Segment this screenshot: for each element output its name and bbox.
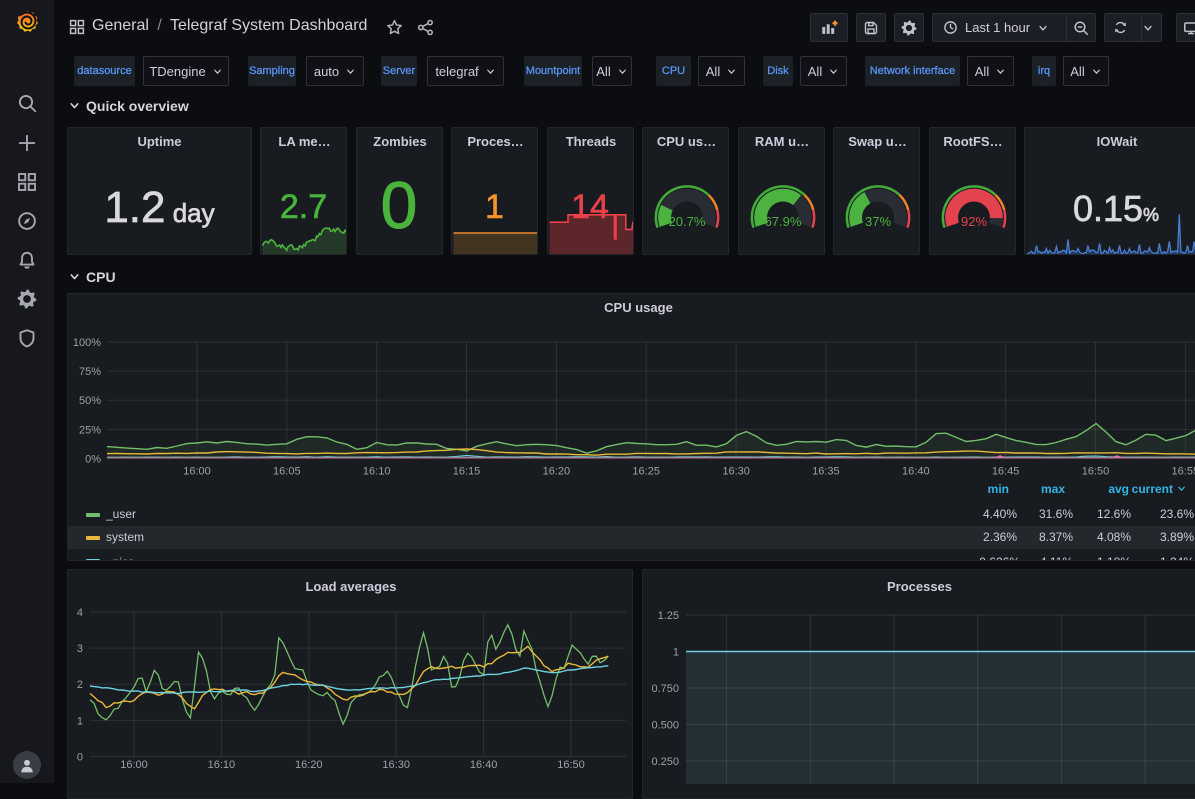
svg-text:0.250: 0.250	[651, 756, 679, 768]
svg-text:16:30: 16:30	[722, 466, 750, 478]
svg-text:1: 1	[77, 715, 83, 727]
svg-text:16:10: 16:10	[363, 466, 391, 478]
svg-text:2: 2	[77, 679, 83, 691]
svg-text:16:00: 16:00	[183, 466, 211, 478]
svg-text:16:50: 16:50	[557, 759, 585, 771]
svg-text:1: 1	[672, 647, 678, 659]
svg-text:0%: 0%	[85, 454, 101, 466]
svg-text:0.500: 0.500	[651, 720, 679, 732]
svg-text:16:10: 16:10	[208, 759, 236, 771]
svg-text:3: 3	[77, 643, 83, 655]
svg-text:50%: 50%	[79, 395, 101, 407]
svg-text:16:40: 16:40	[470, 759, 498, 771]
svg-text:16:35: 16:35	[812, 466, 840, 478]
svg-text:0: 0	[77, 752, 83, 764]
svg-text:100%: 100%	[73, 337, 101, 349]
svg-text:16:55: 16:55	[1172, 466, 1195, 478]
svg-text:0.750: 0.750	[651, 683, 679, 695]
svg-text:16:05: 16:05	[273, 466, 301, 478]
svg-text:16:00: 16:00	[120, 759, 148, 771]
svg-text:16:30: 16:30	[382, 759, 410, 771]
svg-text:16:15: 16:15	[453, 466, 481, 478]
svg-text:16:45: 16:45	[992, 466, 1020, 478]
svg-text:67.9%: 67.9%	[764, 214, 801, 229]
svg-text:37%: 37%	[865, 214, 891, 229]
svg-text:16:20: 16:20	[295, 759, 323, 771]
svg-text:16:50: 16:50	[1082, 466, 1110, 478]
svg-text:75%: 75%	[79, 366, 101, 378]
svg-text:92%: 92%	[960, 214, 986, 229]
svg-text:20.7%: 20.7%	[669, 214, 706, 229]
svg-text:16:25: 16:25	[632, 466, 660, 478]
svg-text:16:20: 16:20	[543, 466, 571, 478]
svg-text:25%: 25%	[79, 424, 101, 436]
svg-text:4: 4	[77, 607, 83, 619]
svg-text:1.25: 1.25	[657, 610, 678, 622]
svg-text:16:40: 16:40	[902, 466, 930, 478]
